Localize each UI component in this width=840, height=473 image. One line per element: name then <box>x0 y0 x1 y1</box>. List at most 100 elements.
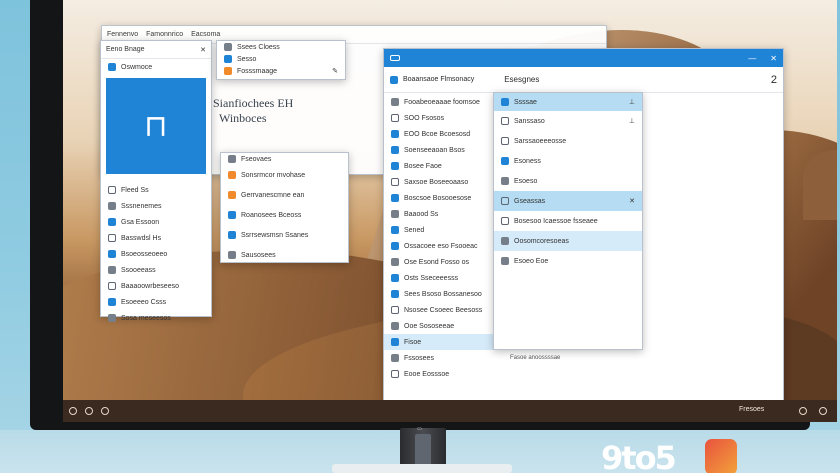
list-item[interactable]: Osts Sseceeesss <box>384 270 496 286</box>
list-item[interactable]: Fleed Ss <box>101 182 211 198</box>
context-item[interactable]: Sausosees <box>221 245 348 265</box>
list-item[interactable]: Sees Bsoso Bossanesoo <box>384 286 496 302</box>
context-item[interactable]: Gerrvanescmne ean <box>221 185 348 205</box>
app-icon <box>391 146 399 154</box>
list-item[interactable]: SOO Fsosos <box>384 110 496 126</box>
search-box[interactable]: Oswmoce <box>101 59 211 75</box>
main-header-right: Esesgnes <box>504 75 540 84</box>
list-item[interactable]: Ose Esond Fosso os <box>384 254 496 270</box>
app-icon <box>501 117 509 125</box>
watermark-text: 9to5 <box>601 439 677 473</box>
monitor: Fennenvo Famonnrico Eacsoma Sianfiochees… <box>30 0 837 430</box>
panel-list: Fleed Ss Sssnenemes Gsa Essoon Basswdsl … <box>101 182 211 326</box>
app-icon <box>391 242 399 250</box>
app-icon <box>108 202 116 210</box>
task-view-icon[interactable] <box>101 407 109 415</box>
app-icon <box>391 354 399 362</box>
app-icon <box>391 178 399 186</box>
app-icon <box>228 231 236 239</box>
list-item-selected[interactable]: Gseassas ✕ <box>494 191 642 211</box>
list-item[interactable]: Oosomcoresoeas <box>494 231 642 251</box>
app-icon <box>391 258 399 266</box>
list-item[interactable]: Sanssaso ⊥ <box>494 111 642 131</box>
list-item[interactable]: Sosa meseesos <box>101 310 211 326</box>
tray-text: Fresoes <box>739 406 765 413</box>
popup-item[interactable]: Fosssmaage ✎ <box>217 65 345 77</box>
app-icon <box>228 171 236 179</box>
list-item[interactable]: Esoeeeo Csss <box>101 294 211 310</box>
list-item[interactable]: Saxsoe Boseeoaaso <box>384 174 496 190</box>
monitor-base <box>332 464 512 473</box>
left-list: Fooabeoeaaae foomsoe SOO Fsosos EOO Bcoe… <box>384 94 496 382</box>
context-item[interactable]: Roanosees Bceoss <box>221 205 348 225</box>
watermark-badge <box>705 439 737 473</box>
popup-menu: Ssees Cloess Sesso Fosssmaage ✎ <box>216 40 346 80</box>
tray-icon[interactable] <box>819 407 827 415</box>
list-item[interactable]: Baaaoowrbeseeso <box>101 278 211 294</box>
app-icon <box>501 137 509 145</box>
stand-logo: ▭ <box>417 426 422 432</box>
app-icon <box>228 191 236 199</box>
app-icon <box>501 197 509 205</box>
app-icon <box>108 234 116 242</box>
app-icon <box>224 55 232 63</box>
list-item[interactable]: Ssooeeass <box>101 262 211 278</box>
app-icon <box>224 67 232 75</box>
app-icon <box>501 237 509 245</box>
list-item[interactable]: Soenseeaoan Bsos <box>384 142 496 158</box>
list-item[interactable]: Sarssaoeeeosse <box>494 131 642 151</box>
main-footer: Fasoe anoossssae <box>510 355 561 361</box>
desktop-title: Sianfiochees EH Winboces <box>213 96 293 126</box>
list-item[interactable]: Ooe Sososeeae <box>384 318 496 334</box>
pin-icon[interactable]: ⊥ <box>629 98 635 106</box>
menu-item[interactable]: Fennenvo <box>107 31 138 38</box>
search-icon[interactable] <box>85 407 93 415</box>
list-item[interactable]: Bosesoo Icaessoe fsseaee <box>494 211 642 231</box>
list-item[interactable]: Ossacoee eso Fsooeac <box>384 238 496 254</box>
tray-icon[interactable] <box>799 407 807 415</box>
list-item[interactable]: EOO Bcoe Bcoesosd <box>384 126 496 142</box>
app-icon <box>391 162 399 170</box>
app-icon <box>391 306 399 314</box>
list-item[interactable]: Eooe Eosssoe <box>384 366 496 382</box>
menu-icon <box>228 155 236 163</box>
list-item[interactable]: Boscsoe Bosooesose <box>384 190 496 206</box>
list-item[interactable]: Sened <box>384 222 496 238</box>
start-icon[interactable] <box>69 407 77 415</box>
list-item[interactable]: Esoness <box>494 151 642 171</box>
list-item[interactable]: Esoeo Eoe <box>494 251 642 271</box>
menu-item[interactable]: Famonnrico <box>146 31 183 38</box>
minimize-icon[interactable]: — <box>748 54 756 63</box>
list-item-selected[interactable]: Ssssae ⊥ <box>494 93 642 111</box>
close-icon[interactable]: ✕ <box>629 197 635 205</box>
list-item[interactable]: Bosee Faoe <box>384 158 496 174</box>
app-icon <box>228 251 236 259</box>
list-item[interactable]: Gsa Essoon <box>101 214 211 230</box>
list-item[interactable]: Basswdsl Hs <box>101 230 211 246</box>
settings-panel: Ssssae ⊥ Sanssaso ⊥ Sarssaoeeeosse Esoness… <box>493 92 643 350</box>
list-item-selected[interactable]: Fisoe <box>384 334 496 350</box>
app-icon <box>391 338 399 346</box>
close-icon[interactable]: ✕ <box>770 54 777 63</box>
search-input[interactable]: Oswmoce <box>121 64 152 71</box>
pin-icon[interactable]: ⊥ <box>629 117 635 125</box>
list-item[interactable]: Bsoeosseoeeo <box>101 246 211 262</box>
close-icon[interactable]: ✕ <box>200 46 206 54</box>
context-item[interactable]: Ssrrsewsmsn Ssanes <box>221 225 348 245</box>
list-item[interactable]: Baaood Ss <box>384 206 496 222</box>
main-header: Boaansaoe Flmsonacy Esesgnes 2 <box>384 67 783 93</box>
list-item[interactable]: Esoeso <box>494 171 642 191</box>
menu-item[interactable]: Eacsoma <box>191 31 220 38</box>
popup-item[interactable]: Sesso <box>217 53 345 65</box>
edit-icon[interactable]: ✎ <box>332 67 338 75</box>
search-icon <box>108 63 116 71</box>
context-item[interactable]: Sonsrmcor mvohase <box>221 165 348 185</box>
app-icon <box>108 266 116 274</box>
list-item[interactable]: Fooabeoeaaae foomsoe <box>384 94 496 110</box>
start-panel-header: Eeno Bnage ✕ <box>101 41 211 59</box>
app-tile[interactable]: ⊓ <box>106 78 206 174</box>
list-item[interactable]: Fssosees <box>384 350 496 366</box>
popup-item[interactable]: Ssees Cloess <box>217 41 345 53</box>
list-item[interactable]: Sssnenemes <box>101 198 211 214</box>
list-item[interactable]: Nsosee Csoeec Beesoss <box>384 302 496 318</box>
